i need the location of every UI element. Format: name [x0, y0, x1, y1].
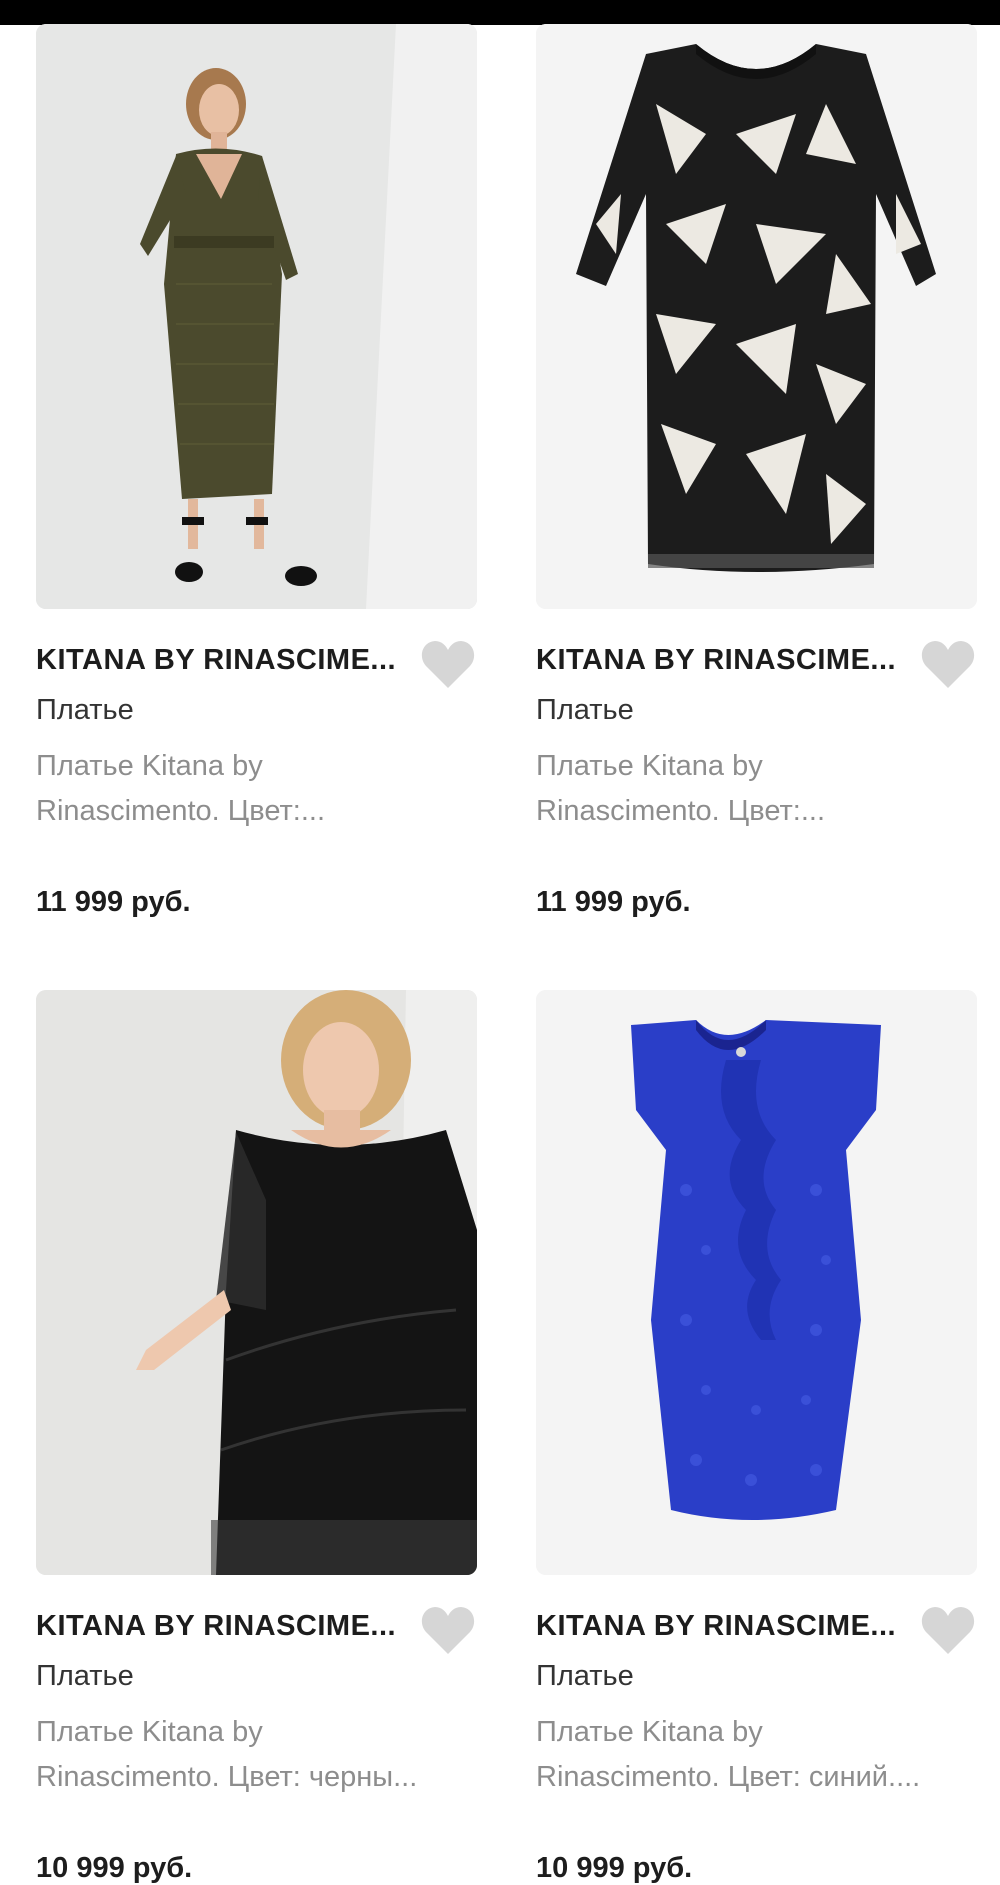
- olive-wrap-dress-photo: [36, 24, 477, 609]
- product-card[interactable]: KITANA BY RINASCIME... Платье Платье Kit…: [36, 990, 477, 1884]
- product-description: Платье Kitana by Rinascimento. Цвет: син…: [536, 1710, 977, 1800]
- description-line: Платье Kitana by: [36, 1716, 263, 1748]
- product-brand[interactable]: KITANA BY RINASCIME...: [36, 1610, 416, 1643]
- favorite-heart-icon[interactable]: [420, 1604, 476, 1656]
- product-price: 11 999 руб.: [36, 886, 191, 918]
- description-line: Платье Kitana by: [536, 750, 763, 782]
- product-price: 10 999 руб.: [36, 1852, 193, 1884]
- black-layered-dress-photo: [36, 990, 477, 1575]
- product-card[interactable]: KITANA BY RINASCIME... Платье Платье Kit…: [536, 990, 977, 1884]
- favorite-heart-icon[interactable]: [920, 1604, 976, 1656]
- product-brand[interactable]: KITANA BY RINASCIME...: [536, 1610, 916, 1643]
- blue-lace-dress-photo: [536, 990, 977, 1575]
- product-image[interactable]: [36, 24, 477, 609]
- product-grid: KITANA BY RINASCIME... Платье Платье Kit…: [0, 0, 1000, 1884]
- description-line: Rinascimento. Цвет:...: [36, 795, 326, 827]
- product-description: Платье Kitana by Rinascimento. Цвет:...: [536, 744, 977, 834]
- product-image[interactable]: [36, 990, 477, 1575]
- product-card[interactable]: KITANA BY RINASCIME... Платье Платье Kit…: [536, 24, 977, 918]
- description-line: Платье Kitana by: [536, 1716, 763, 1748]
- favorite-heart-icon[interactable]: [420, 638, 476, 690]
- favorite-heart-icon[interactable]: [920, 638, 976, 690]
- product-card[interactable]: KITANA BY RINASCIME... Платье Платье Kit…: [36, 24, 477, 918]
- product-category: Платье: [536, 1660, 634, 1692]
- description-line: Платье Kitana by: [36, 750, 263, 782]
- description-line: Rinascimento. Цвет: черны...: [36, 1761, 418, 1793]
- product-brand[interactable]: KITANA BY RINASCIME...: [36, 644, 416, 677]
- product-description: Платье Kitana by Rinascimento. Цвет: чер…: [36, 1710, 477, 1800]
- product-category: Платье: [36, 694, 134, 726]
- product-price: 11 999 руб.: [536, 886, 691, 918]
- description-line: Rinascimento. Цвет: синий....: [536, 1761, 921, 1793]
- product-image[interactable]: [536, 24, 977, 609]
- product-category: Платье: [536, 694, 634, 726]
- black-white-print-dress-photo: [536, 24, 977, 609]
- product-category: Платье: [36, 1660, 134, 1692]
- product-price: 10 999 руб.: [536, 1852, 693, 1884]
- description-line: Rinascimento. Цвет:...: [536, 795, 826, 827]
- product-brand[interactable]: KITANA BY RINASCIME...: [536, 644, 916, 677]
- product-description: Платье Kitana by Rinascimento. Цвет:...: [36, 744, 477, 834]
- product-image[interactable]: [536, 990, 977, 1575]
